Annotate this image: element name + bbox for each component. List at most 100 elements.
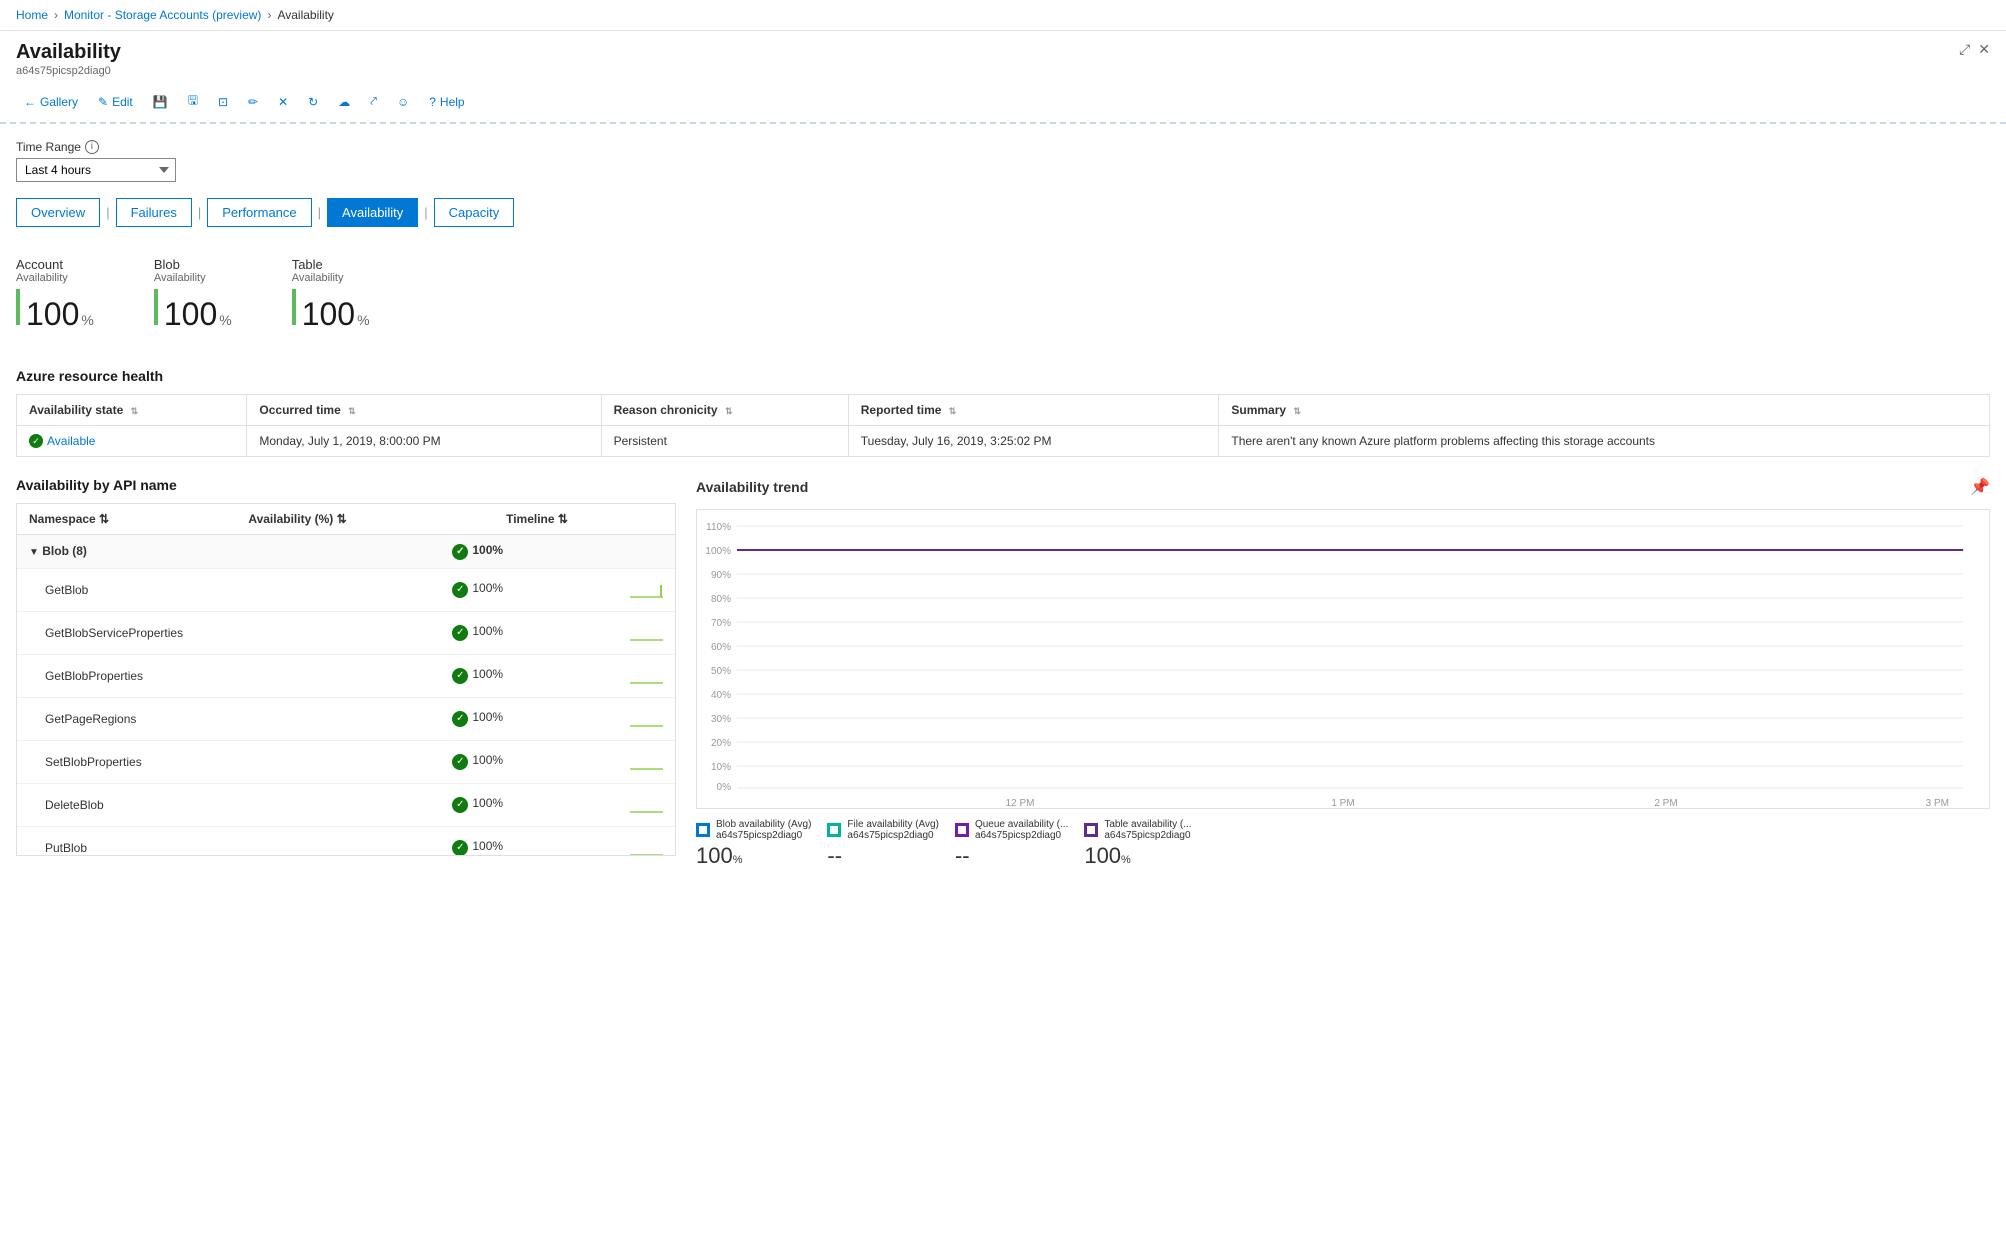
api-table-header: Namespace ⇅ Availability (%) ⇅ Timeline … bbox=[17, 504, 675, 535]
legend-file-header: File availability (Avg)a64s75picsp2diag0 bbox=[827, 819, 939, 841]
api-item-getblob: GetBlob bbox=[17, 568, 440, 611]
help-icon: ? bbox=[429, 95, 436, 109]
gallery-icon: ← bbox=[24, 95, 36, 109]
maximize-icon[interactable]: ⤢ bbox=[1959, 41, 1970, 58]
resource-table-header: Availability state ⇅ Occurred time ⇅ Rea… bbox=[17, 395, 1990, 426]
legend-queue-number: -- bbox=[955, 843, 970, 869]
api-item-putblob: PutBlob bbox=[17, 826, 440, 855]
time-range-section: Time Range i Last 4 hours bbox=[16, 140, 1990, 182]
upload-button[interactable]: ☁ bbox=[330, 91, 358, 113]
api-item-getblobprops: GetBlobProperties bbox=[17, 654, 440, 697]
share-icon: ⤤ bbox=[370, 94, 377, 109]
metric-table-bar bbox=[292, 289, 296, 325]
api-item-setblobprops-avail: ✓100% bbox=[440, 740, 618, 783]
content-area: Time Range i Last 4 hours Overview | Fai… bbox=[0, 124, 2006, 1257]
nav-sep-4: | bbox=[424, 205, 427, 220]
saveas-button[interactable]: 🖫 bbox=[180, 87, 206, 116]
check-icon: ✓ bbox=[452, 625, 468, 641]
list-item: GetBlobProperties ✓100% bbox=[17, 654, 675, 697]
resource-health-table: Availability state ⇅ Occurred time ⇅ Rea… bbox=[16, 394, 1990, 457]
pin-icon[interactable]: 📌 bbox=[1970, 477, 1990, 497]
timeline-cell bbox=[630, 790, 663, 820]
legend-table-number: 100 bbox=[1084, 843, 1121, 869]
table-row: Available Monday, July 1, 2019, 8:00:00 … bbox=[17, 426, 1990, 457]
time-range-info-icon[interactable]: i bbox=[85, 140, 99, 154]
svg-text:70%: 70% bbox=[711, 618, 731, 629]
clone-button[interactable]: ⊡ bbox=[210, 91, 236, 113]
api-item-getblob-avail: ✓100% bbox=[440, 568, 618, 611]
api-table-scroll[interactable]: ▼ Blob (8) ✓100% GetBlob bbox=[17, 535, 675, 855]
api-item-setblobprops: SetBlobProperties bbox=[17, 740, 440, 783]
breadcrumb-monitor[interactable]: Monitor - Storage Accounts (preview) bbox=[64, 8, 261, 22]
tab-performance[interactable]: Performance bbox=[207, 198, 311, 227]
tab-availability[interactable]: Availability bbox=[327, 198, 418, 227]
help-button[interactable]: ? Help bbox=[421, 91, 472, 113]
api-table: Namespace ⇅ Availability (%) ⇅ Timeline … bbox=[17, 504, 675, 535]
share-button[interactable]: ⤤ bbox=[362, 90, 385, 113]
svg-text:3 PM: 3 PM bbox=[1926, 798, 1949, 808]
pencil-icon: ✏ bbox=[248, 95, 258, 109]
breadcrumb-home[interactable]: Home bbox=[16, 8, 48, 22]
api-item-setblobprops-timeline bbox=[618, 740, 675, 783]
pencil-button[interactable]: ✏ bbox=[240, 91, 266, 113]
api-item-deleteblob-timeline bbox=[618, 783, 675, 826]
chart-svg: 110% 100% 90% 80% 70% 60% 50% 40% 30% 20… bbox=[697, 510, 1989, 808]
legend-blob-name: Blob availability (Avg)a64s75picsp2diag0 bbox=[716, 819, 811, 841]
legend-file-color bbox=[827, 823, 841, 837]
gallery-button[interactable]: ← Gallery bbox=[16, 91, 86, 113]
breadcrumb-sep-1: › bbox=[54, 8, 58, 22]
clone-icon: ⊡ bbox=[218, 95, 228, 109]
api-group-blob[interactable]: ▼ Blob (8) ✓100% bbox=[17, 535, 675, 568]
api-col-namespace: Namespace ⇅ bbox=[17, 504, 236, 535]
check-icon: ✓ bbox=[452, 544, 468, 560]
svg-text:12 PM: 12 PM bbox=[1006, 798, 1035, 808]
metric-table: Table Availability 100 % bbox=[292, 257, 370, 330]
trend-panel: Availability trend 📌 110% 100% 90% 80% 7… bbox=[696, 477, 1990, 869]
available-link[interactable]: Available bbox=[47, 434, 95, 448]
edit-icon: ✎ bbox=[98, 95, 108, 109]
api-item-getpageregions: GetPageRegions bbox=[17, 697, 440, 740]
api-item-getblobservice-timeline bbox=[618, 611, 675, 654]
api-table-title: Availability by API name bbox=[16, 477, 676, 493]
legend-table-name: Table availability (...a64s75picsp2diag0 bbox=[1104, 819, 1191, 841]
legend-queue-value: -- bbox=[955, 843, 1068, 869]
available-badge: Available bbox=[29, 434, 234, 448]
legend-blob-color bbox=[696, 823, 710, 837]
timeline-cell bbox=[630, 575, 663, 605]
delete-button[interactable]: ✕ bbox=[270, 91, 296, 113]
tab-overview[interactable]: Overview bbox=[16, 198, 100, 227]
svg-text:90%: 90% bbox=[711, 570, 731, 581]
page-title-area: Availability a64s75picsp2diag0 bbox=[16, 41, 121, 77]
tab-capacity[interactable]: Capacity bbox=[434, 198, 515, 227]
main-container: Home › Monitor - Storage Accounts (previ… bbox=[0, 0, 2006, 1257]
close-icon[interactable]: ✕ bbox=[1978, 41, 1990, 58]
api-item-getpageregions-avail: ✓100% bbox=[440, 697, 618, 740]
check-icon: ✓ bbox=[452, 711, 468, 727]
time-range-select[interactable]: Last 4 hours bbox=[16, 158, 176, 182]
list-item: GetBlob ✓100% bbox=[17, 568, 675, 611]
timeline-cell bbox=[630, 833, 663, 856]
svg-text:100%: 100% bbox=[705, 546, 731, 557]
bottom-section: Availability by API name Namespace ⇅ Ava… bbox=[16, 477, 1990, 869]
list-item: GetBlobServiceProperties ✓100% bbox=[17, 611, 675, 654]
metric-account-unit: % bbox=[81, 312, 93, 328]
page-title: Availability bbox=[16, 41, 121, 64]
api-group-blob-timeline bbox=[618, 535, 675, 568]
api-item-getblobservice-avail: ✓100% bbox=[440, 611, 618, 654]
nav-sep-2: | bbox=[198, 205, 201, 220]
legend-queue: Queue availability (...a64s75picsp2diag0… bbox=[955, 819, 1068, 869]
nav-sep-3: | bbox=[318, 205, 321, 220]
timeline-cell bbox=[630, 704, 663, 734]
timeline-cell bbox=[630, 661, 663, 691]
tab-failures[interactable]: Failures bbox=[116, 198, 192, 227]
metric-table-label: Availability bbox=[292, 272, 370, 284]
col-availability-state: Availability state ⇅ bbox=[17, 395, 247, 426]
chart-legend: Blob availability (Avg)a64s75picsp2diag0… bbox=[696, 819, 1990, 869]
save-button[interactable]: 💾 bbox=[145, 91, 176, 113]
edit-button[interactable]: ✎ Edit bbox=[90, 91, 141, 113]
api-table-body: ▼ Blob (8) ✓100% GetBlob bbox=[17, 535, 675, 855]
metric-table-value: 100 % bbox=[292, 289, 370, 330]
refresh-button[interactable]: ↻ bbox=[300, 91, 326, 113]
emoji-button[interactable]: ☺ bbox=[389, 91, 417, 113]
svg-text:10%: 10% bbox=[711, 762, 731, 773]
